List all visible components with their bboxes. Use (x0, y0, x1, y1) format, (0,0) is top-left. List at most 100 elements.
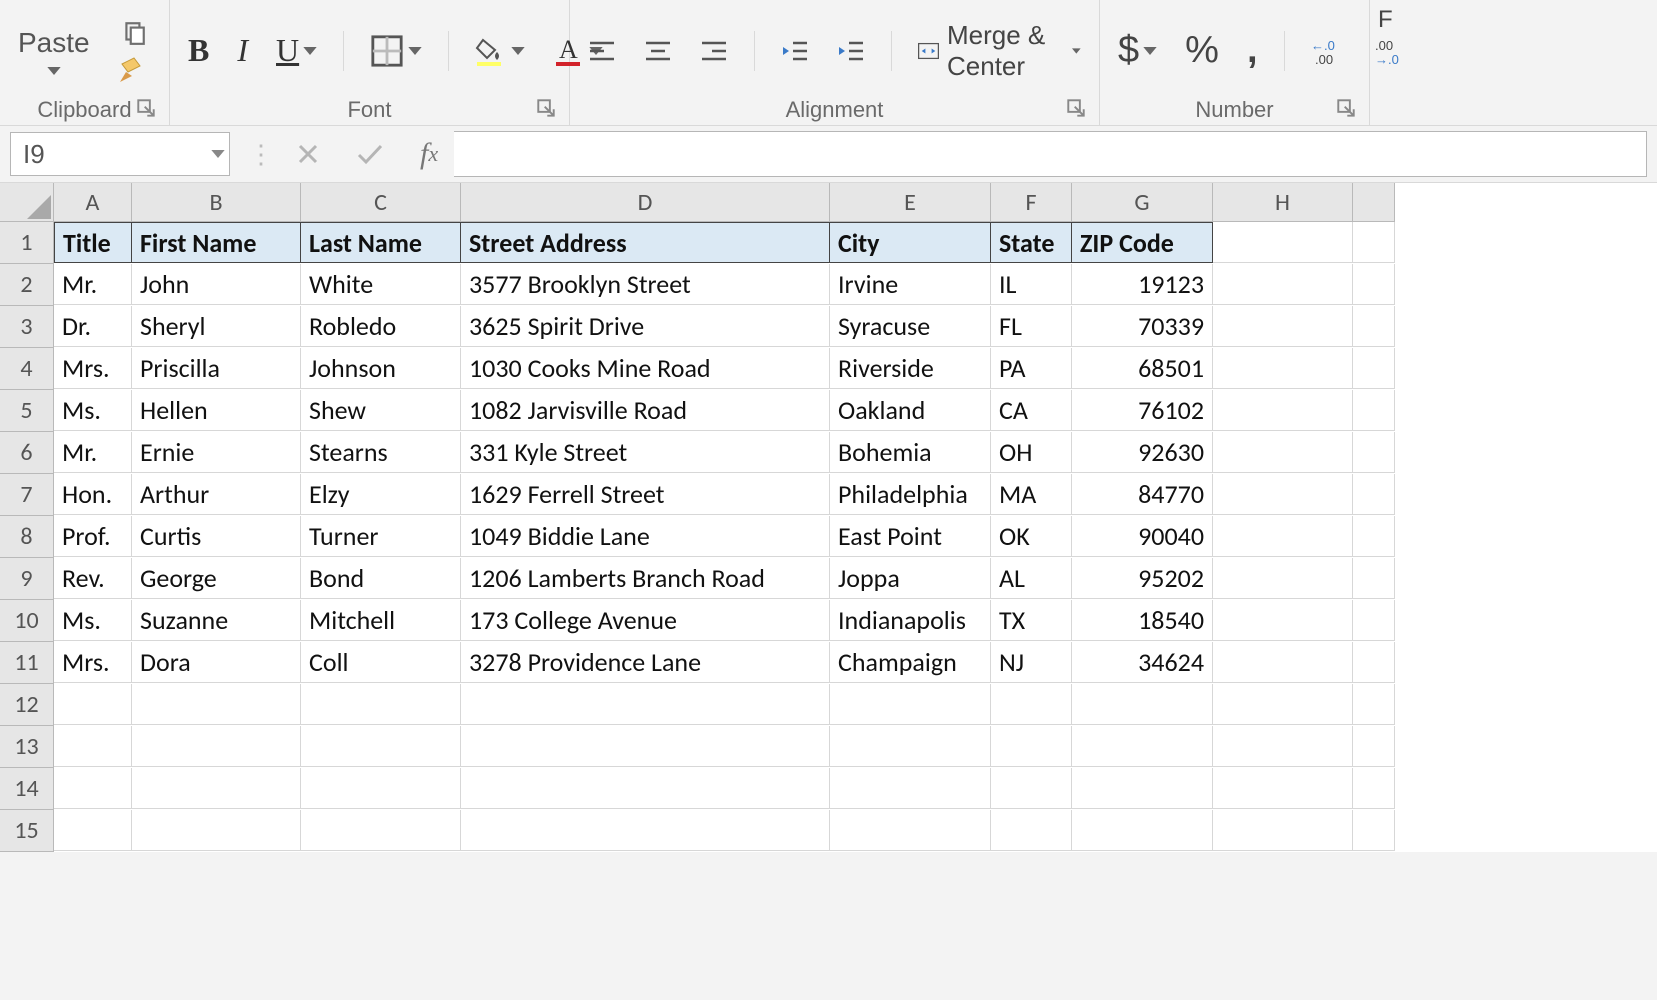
cell[interactable] (132, 684, 301, 725)
cell[interactable] (54, 810, 132, 851)
align-right-button[interactable] (696, 35, 732, 67)
align-center-button[interactable] (640, 35, 676, 67)
cell[interactable] (1353, 222, 1395, 263)
cell[interactable] (461, 768, 830, 809)
row-header[interactable]: 10 (0, 600, 54, 642)
cell[interactable] (1353, 810, 1395, 851)
cell[interactable] (1353, 684, 1395, 725)
cell[interactable]: White (301, 264, 461, 305)
cell[interactable]: Prof. (54, 516, 132, 557)
cell[interactable] (1353, 264, 1395, 305)
clipboard-launcher-icon[interactable] (133, 95, 159, 121)
cell[interactable] (301, 684, 461, 725)
cell[interactable]: OK (991, 516, 1072, 557)
fill-color-button[interactable] (471, 32, 529, 70)
paste-dropdown[interactable] (43, 63, 65, 79)
cell[interactable] (132, 810, 301, 851)
cell[interactable] (1353, 600, 1395, 641)
cell[interactable]: CA (991, 390, 1072, 431)
increase-indent-button[interactable] (833, 35, 869, 67)
cell[interactable] (54, 726, 132, 767)
row-header[interactable]: 2 (0, 264, 54, 306)
cell[interactable]: 1030 Cooks Mine Road (461, 348, 830, 389)
row-header[interactable]: 11 (0, 642, 54, 684)
cell[interactable]: Champaign (830, 642, 991, 683)
row-header[interactable]: 3 (0, 306, 54, 348)
cell[interactable] (1072, 684, 1213, 725)
cell[interactable]: Joppa (830, 558, 991, 599)
table-header-cell[interactable]: Title (54, 222, 132, 263)
decrease-indent-button[interactable] (777, 35, 813, 67)
cell[interactable] (54, 768, 132, 809)
table-header-cell[interactable]: State (991, 222, 1072, 263)
number-launcher-icon[interactable] (1333, 95, 1359, 121)
cell[interactable]: Ernie (132, 432, 301, 473)
cell[interactable]: East Point (830, 516, 991, 557)
cell[interactable]: 90040 (1072, 516, 1213, 557)
table-header-cell[interactable]: Street Address (461, 222, 830, 263)
cell[interactable]: Mitchell (301, 600, 461, 641)
cell[interactable] (991, 684, 1072, 725)
cell[interactable]: 18540 (1072, 600, 1213, 641)
cell[interactable]: Hon. (54, 474, 132, 515)
cell[interactable] (54, 684, 132, 725)
cell[interactable]: Ms. (54, 390, 132, 431)
cell[interactable] (830, 768, 991, 809)
cell[interactable] (1353, 432, 1395, 473)
alignment-launcher-icon[interactable] (1063, 95, 1089, 121)
align-left-button[interactable] (584, 35, 620, 67)
cell[interactable] (1213, 600, 1353, 641)
column-header[interactable]: F (991, 183, 1072, 222)
cell[interactable] (301, 810, 461, 851)
cell[interactable]: 95202 (1072, 558, 1213, 599)
cell[interactable]: Syracuse (830, 306, 991, 347)
cell[interactable] (830, 810, 991, 851)
cell[interactable] (461, 726, 830, 767)
name-box[interactable]: I9 (10, 132, 230, 176)
cell[interactable]: 1049 Biddie Lane (461, 516, 830, 557)
cell[interactable]: Mrs. (54, 348, 132, 389)
row-header[interactable]: 4 (0, 348, 54, 390)
cell[interactable] (830, 684, 991, 725)
cell[interactable]: Dr. (54, 306, 132, 347)
cell[interactable]: George (132, 558, 301, 599)
cell[interactable] (1353, 726, 1395, 767)
cell[interactable] (1213, 264, 1353, 305)
cell[interactable]: OH (991, 432, 1072, 473)
cell[interactable]: IL (991, 264, 1072, 305)
row-header[interactable]: 5 (0, 390, 54, 432)
underline-button[interactable]: U (272, 28, 321, 73)
cell[interactable]: Shew (301, 390, 461, 431)
cell[interactable] (132, 768, 301, 809)
cell[interactable]: Mr. (54, 264, 132, 305)
cell[interactable]: TX (991, 600, 1072, 641)
row-header[interactable]: 15 (0, 810, 54, 852)
select-all-corner[interactable] (0, 183, 54, 222)
cell[interactable] (1353, 642, 1395, 683)
cell[interactable]: Oakland (830, 390, 991, 431)
cell[interactable] (1213, 432, 1353, 473)
cell[interactable] (1072, 726, 1213, 767)
bold-button[interactable]: B (184, 28, 213, 73)
row-header[interactable]: 9 (0, 558, 54, 600)
column-header[interactable]: G (1072, 183, 1213, 222)
cell[interactable]: 34624 (1072, 642, 1213, 683)
cell[interactable] (461, 810, 830, 851)
cell[interactable]: Bond (301, 558, 461, 599)
format-painter-icon[interactable] (114, 52, 154, 88)
font-launcher-icon[interactable] (533, 95, 559, 121)
cell[interactable] (1213, 684, 1353, 725)
cell[interactable] (1213, 642, 1353, 683)
cell[interactable]: Mrs. (54, 642, 132, 683)
cell[interactable]: Robledo (301, 306, 461, 347)
cell[interactable]: Bohemia (830, 432, 991, 473)
formula-input[interactable] (454, 131, 1647, 177)
cell[interactable]: MA (991, 474, 1072, 515)
cell[interactable] (1213, 348, 1353, 389)
row-header[interactable]: 8 (0, 516, 54, 558)
row-header[interactable]: 1 (0, 222, 54, 264)
cell[interactable] (1213, 474, 1353, 515)
cell[interactable]: 70339 (1072, 306, 1213, 347)
cell[interactable] (1353, 348, 1395, 389)
column-header[interactable]: A (54, 183, 132, 222)
